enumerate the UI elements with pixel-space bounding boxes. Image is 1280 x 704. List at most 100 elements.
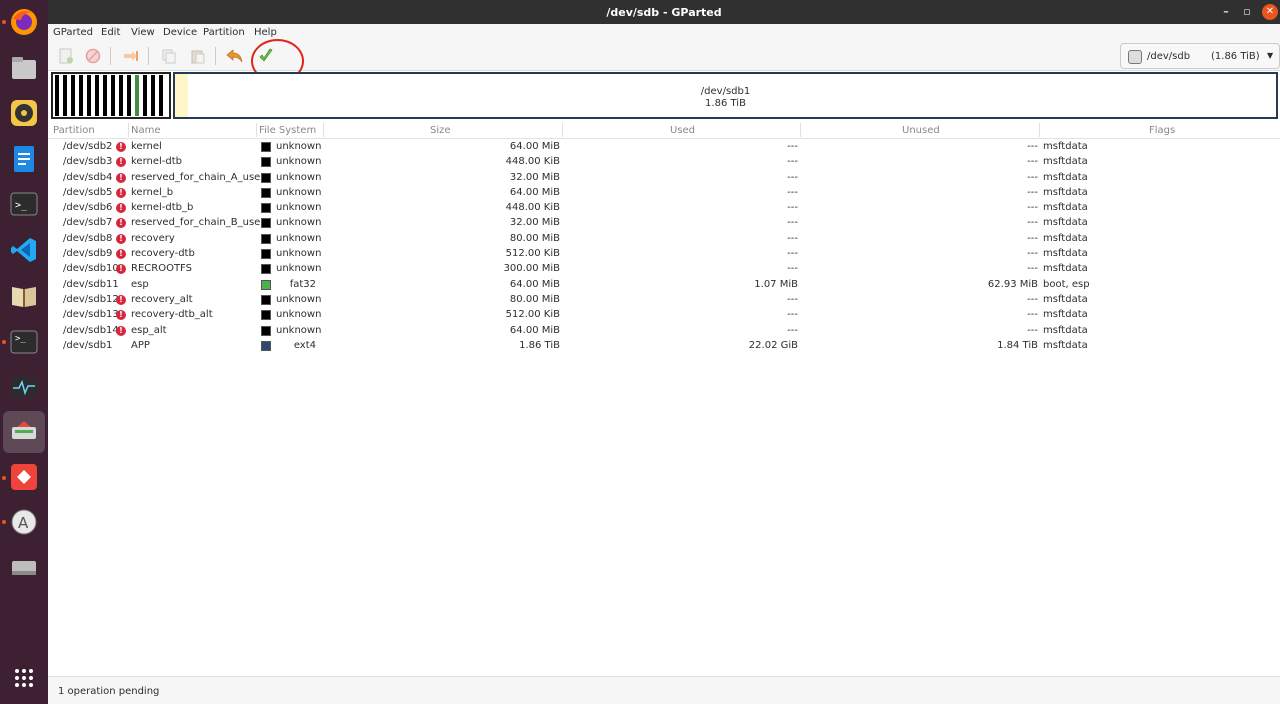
minimize-button[interactable]: –: [1218, 4, 1234, 20]
filesystem-cell: unknown: [276, 232, 322, 244]
header-used[interactable]: Used: [670, 125, 695, 136]
header-name[interactable]: Name: [131, 125, 161, 136]
copy-button[interactable]: [159, 46, 179, 66]
size-cell: 32.00 MiB: [509, 171, 560, 183]
partition-map: /dev/sdb1 1.86 TiB: [50, 71, 1280, 120]
menu-view[interactable]: View: [131, 27, 155, 38]
filesystem-cell: unknown: [276, 248, 322, 260]
size-cell: 448.00 KiB: [505, 156, 560, 168]
table-row[interactable]: /dev/sdb1 APP ext4 1.86 TiB 22.02 GiB 1.84 Ti…: [48, 338, 1280, 353]
filesystem-color-swatch: [261, 187, 271, 198]
paste-button[interactable]: [188, 46, 208, 66]
name-cell: reserved_for_chain_A_user: [131, 171, 265, 183]
filesystem-color-swatch: [261, 249, 271, 260]
table-row[interactable]: /dev/sdb6 kernel-dtb_b unknown 448.00 KiB --…: [48, 200, 1280, 215]
size-cell: 1.86 TiB: [519, 339, 560, 351]
size-cell: 64.00 MiB: [509, 324, 560, 336]
menu-help[interactable]: Help: [254, 27, 277, 38]
size-cell: 64.00 MiB: [509, 278, 560, 290]
table-row[interactable]: /dev/sdb9 recovery-dtb unknown 512.00 KiB --…: [48, 246, 1280, 261]
partition-block-sdb1[interactable]: /dev/sdb1 1.86 TiB: [173, 72, 1278, 119]
flags-cell: msftdata: [1043, 202, 1088, 214]
undo-button[interactable]: [225, 46, 245, 66]
used-cell: ---: [787, 232, 798, 244]
unused-cell: 62.93 MiB: [987, 278, 1038, 290]
filesystem-color-swatch: [261, 325, 271, 336]
vscode-icon[interactable]: [6, 232, 42, 268]
book-icon[interactable]: [6, 278, 42, 314]
name-cell: esp_alt: [131, 324, 167, 336]
table-row[interactable]: /dev/sdb12 recovery_alt unknown 80.00 MiB --…: [48, 292, 1280, 307]
table-row[interactable]: /dev/sdb11 esp fat32 64.00 MiB 1.07 MiB 62.93…: [48, 277, 1280, 292]
size-cell: 512.00 KiB: [505, 309, 560, 321]
header-partition[interactable]: Partition: [53, 125, 95, 136]
menu-edit[interactable]: Edit: [101, 27, 120, 38]
svg-text:A: A: [18, 514, 29, 532]
header-unused[interactable]: Unused: [902, 125, 940, 136]
table-row[interactable]: /dev/sdb13 recovery-dtb_alt unknown 512.00 …: [48, 307, 1280, 322]
svg-text:>_: >_: [15, 334, 26, 344]
filesystem-color-swatch: [261, 172, 271, 183]
table-row[interactable]: /dev/sdb3 kernel-dtb unknown 448.00 KiB --- -…: [48, 154, 1280, 169]
table-row[interactable]: /dev/sdb2 kernel unknown 64.00 MiB --- --- msf…: [48, 139, 1280, 154]
table-row[interactable]: /dev/sdb7 reserved_for_chain_B_user unknow…: [48, 215, 1280, 230]
filesystem-color-swatch: [261, 142, 271, 152]
table-row[interactable]: /dev/sdb4 reserved_for_chain_A_user unknow…: [48, 170, 1280, 185]
system-monitor-icon[interactable]: [6, 369, 42, 405]
menu-partition[interactable]: Partition: [203, 27, 245, 38]
files-icon[interactable]: [6, 50, 42, 86]
partition-cell: /dev/sdb11: [63, 278, 119, 290]
delete-button[interactable]: [83, 46, 103, 66]
size-cell: 300.00 MiB: [503, 263, 560, 275]
terminal-2-icon[interactable]: >_: [6, 324, 42, 360]
filesystem-color-swatch: [261, 310, 271, 321]
filesystem-color-swatch: [261, 279, 271, 290]
table-row[interactable]: /dev/sdb5 kernel_b unknown 64.00 MiB --- --- m…: [48, 185, 1280, 200]
warning-icon: !: [116, 218, 126, 229]
size-cell: 448.00 KiB: [505, 202, 560, 214]
anydesk-icon[interactable]: [6, 459, 42, 495]
rhythmbox-icon[interactable]: [6, 95, 42, 131]
close-button[interactable]: ✕: [1262, 4, 1278, 20]
filesystem-color-swatch: [261, 157, 271, 168]
firefox-icon[interactable]: [6, 4, 42, 40]
menu-device[interactable]: Device: [163, 27, 197, 38]
window-title: /dev/sdb - GParted: [606, 6, 722, 19]
used-cell: ---: [787, 309, 798, 321]
menu-gparted[interactable]: GParted: [53, 27, 93, 38]
device-selector[interactable]: /dev/sdb (1.86 TiB) ▼: [1120, 43, 1280, 69]
software-icon[interactable]: A: [6, 504, 42, 540]
unused-cell: ---: [1027, 141, 1038, 152]
new-partition-icon: [59, 48, 73, 64]
partition-cell: /dev/sdb14: [63, 324, 119, 336]
writer-icon[interactable]: [6, 141, 42, 177]
header-file-system[interactable]: File System: [259, 125, 316, 136]
used-cell: ---: [787, 324, 798, 336]
table-row[interactable]: /dev/sdb14 esp_alt unknown 64.00 MiB --- --- m…: [48, 323, 1280, 338]
maximize-button[interactable]: ▫: [1239, 4, 1255, 20]
partition-cell: /dev/sdb13: [63, 309, 119, 321]
partition-cell: /dev/sdb6: [63, 202, 113, 214]
new-partition-button[interactable]: [56, 46, 76, 66]
gparted-icon[interactable]: [3, 411, 45, 453]
name-cell: kernel_b: [131, 186, 174, 198]
resize-move-button[interactable]: [121, 46, 141, 66]
used-cell: 22.02 GiB: [748, 339, 798, 351]
header-size[interactable]: Size: [430, 125, 451, 136]
partition-cell: /dev/sdb12: [63, 293, 119, 305]
header-flags[interactable]: Flags: [1149, 125, 1175, 136]
filesystem-color-swatch: [261, 203, 271, 214]
table-row[interactable]: /dev/sdb8 recovery unknown 80.00 MiB --- --- m…: [48, 231, 1280, 246]
filesystem-color-swatch: [261, 264, 271, 275]
filesystem-cell: ext4: [293, 339, 316, 351]
resize-icon: [124, 51, 138, 61]
terminal-icon[interactable]: >_: [6, 186, 42, 222]
filesystem-color-swatch: [261, 233, 271, 244]
filesystem-color-swatch: [261, 294, 271, 305]
filesystem-cell: unknown: [276, 217, 322, 229]
show-apps-icon[interactable]: [6, 660, 42, 696]
drive-icon[interactable]: [6, 550, 42, 586]
table-row[interactable]: /dev/sdb10 RECROOTFS unknown 300.00 MiB --- -…: [48, 261, 1280, 276]
small-partitions-strip[interactable]: [51, 72, 171, 119]
warning-icon: !: [116, 264, 126, 275]
